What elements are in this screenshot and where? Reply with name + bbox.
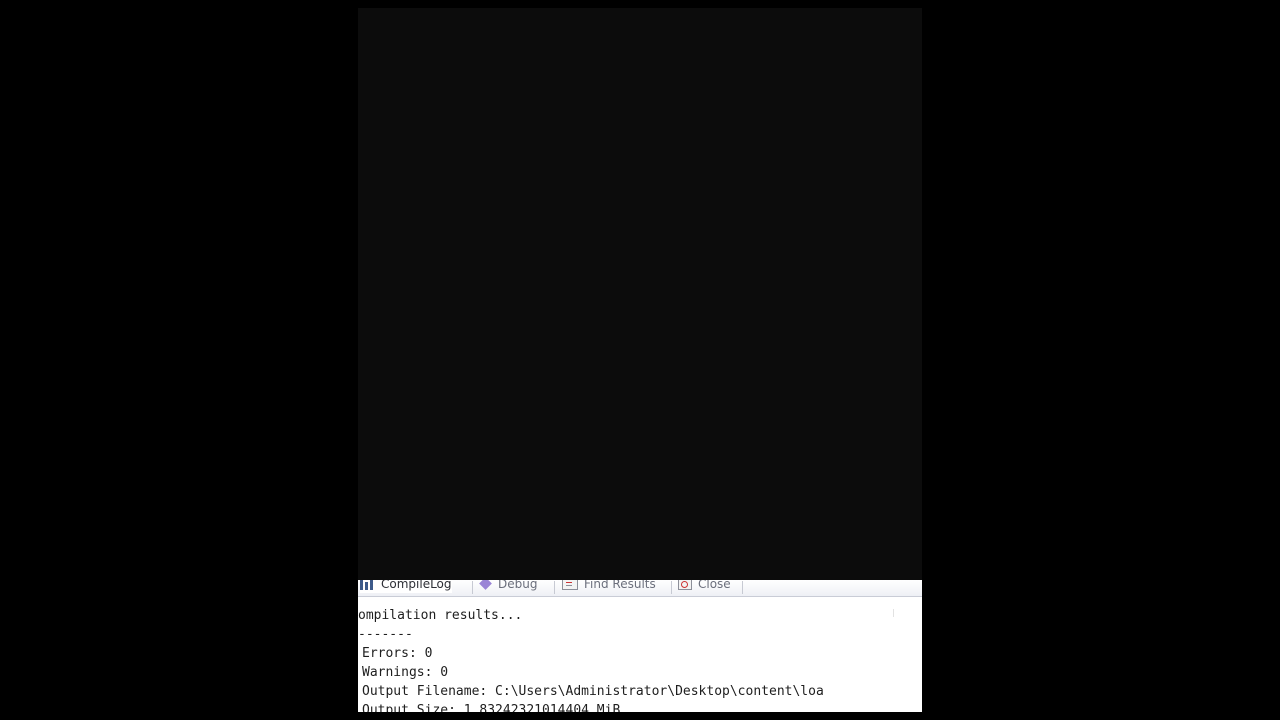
tab-separator <box>671 581 672 594</box>
bar-chart-icon <box>360 580 375 590</box>
close-icon <box>678 580 692 590</box>
app-window: CompileLog Debug Find Results Close ompi… <box>358 8 922 712</box>
output-line-divider: ------- <box>358 627 413 642</box>
tab-compile-log-label: CompileLog <box>381 580 452 591</box>
output-line-warnings: Warnings: 0 <box>362 665 449 680</box>
video-area <box>358 8 922 580</box>
tab-compile-log[interactable]: CompileLog <box>360 580 452 593</box>
tab-find-results[interactable]: Find Results <box>562 580 656 593</box>
scroll-marker <box>893 609 894 617</box>
output-line-errors: Errors: 0 <box>362 646 433 661</box>
tab-separator <box>742 581 743 594</box>
debug-icon <box>480 580 492 590</box>
tab-separator <box>472 581 473 594</box>
output-line-header: ompilation results... <box>358 608 523 623</box>
tab-debug[interactable]: Debug <box>480 580 537 593</box>
tab-debug-label: Debug <box>498 580 538 591</box>
output-line-size: Output Size: 1.83242321014404 MiB <box>362 703 621 712</box>
output-line-filename: Output Filename: C:\Users\Administrator\… <box>362 684 824 699</box>
compile-output[interactable]: ompilation results... ------- Errors: 0 … <box>358 597 922 712</box>
output-tab-bar: CompileLog Debug Find Results Close <box>358 580 922 597</box>
find-results-icon <box>562 580 578 590</box>
tab-find-results-label: Find Results <box>584 580 656 591</box>
tab-separator <box>554 581 555 594</box>
tab-close[interactable]: Close <box>678 580 731 593</box>
tab-close-label: Close <box>698 580 731 591</box>
output-panel: CompileLog Debug Find Results Close ompi… <box>358 580 922 712</box>
